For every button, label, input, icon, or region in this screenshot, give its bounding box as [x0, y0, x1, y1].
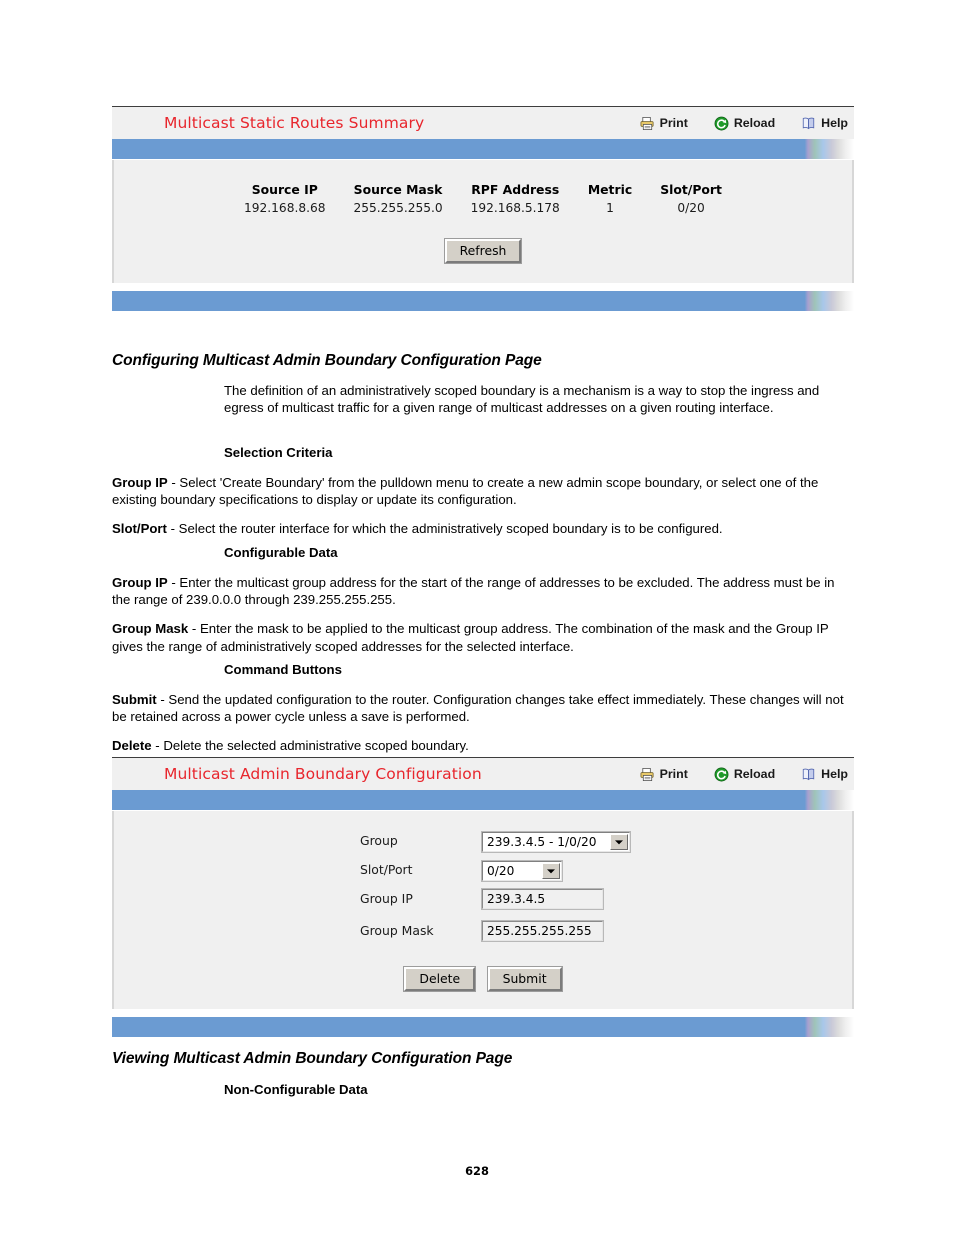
- panel-toolbar: Print Reload Help: [640, 107, 848, 139]
- desc-group-ip: - Select 'Create Boundary' from the pull…: [112, 475, 819, 508]
- print-label: Print: [659, 767, 688, 781]
- panel-divider-bottom: [112, 1017, 854, 1037]
- boundary-form: Group 239.3.4.5 - 1/0/20 Slot/Port 0/20: [360, 831, 852, 945]
- cell-source-ip: 192.168.8.68: [244, 201, 326, 215]
- label-group-ip: Group IP: [360, 891, 413, 906]
- term-cfg-group-mask: Group Mask: [112, 621, 189, 637]
- print-button[interactable]: Print: [640, 116, 688, 131]
- page-number: 628: [465, 1164, 489, 1178]
- desc-cfg-group-mask: - Enter the mask to be applied to the mu…: [112, 621, 829, 654]
- print-button[interactable]: Print: [640, 767, 688, 782]
- chevron-down-icon[interactable]: [542, 863, 560, 879]
- non-configurable-data-heading: Non-Configurable Data: [224, 1082, 368, 1097]
- configuring-intro-paragraph: The definition of an administratively sc…: [112, 382, 854, 416]
- help-book-icon: [801, 767, 816, 782]
- panel-header: Multicast Admin Boundary Configuration P…: [112, 758, 854, 790]
- printer-icon: [640, 767, 655, 782]
- refresh-button[interactable]: Refresh: [443, 238, 523, 264]
- term-cfg-group-ip: Group IP: [112, 575, 168, 590]
- intro-text: The definition of an administratively sc…: [224, 383, 820, 416]
- desc-slot-port: - Select the router interface for which …: [166, 521, 723, 537]
- configurable-data-block: Configurable Data Group IP - Enter the m…: [112, 545, 854, 655]
- delete-button[interactable]: Delete: [403, 966, 477, 992]
- command-buttons-block: Command Buttons Submit - Send the update…: [112, 662, 854, 755]
- command-item-submit: Submit - Send the updated configuration …: [112, 691, 854, 725]
- reload-icon: [714, 116, 729, 131]
- command-item-delete: Delete - Delete the selected administrat…: [112, 737, 854, 754]
- help-label: Help: [821, 116, 848, 130]
- table-row: 192.168.8.68 255.255.255.0 192.168.5.178…: [230, 201, 736, 215]
- reload-label: Reload: [733, 767, 776, 781]
- help-label: Help: [821, 767, 848, 781]
- desc-submit: - Send the updated configuration to the …: [112, 692, 844, 725]
- label-group-mask: Group Mask: [360, 923, 434, 938]
- term-slot-port: Slot/Port: [112, 521, 167, 537]
- slot-port-select[interactable]: 0/20: [481, 860, 563, 882]
- selection-criteria-heading: Selection Criteria: [224, 445, 333, 460]
- static-routes-table: Source IP Source Mask RPF Address Metric…: [230, 182, 736, 215]
- cell-source-mask: 255.255.255.0: [353, 201, 443, 215]
- section-heading-viewing: Viewing Multicast Admin Boundary Configu…: [112, 1050, 513, 1067]
- panel-divider-top: [112, 790, 854, 811]
- column-header-source-mask: Source Mask: [353, 182, 443, 197]
- cell-slot-port: 0/20: [677, 201, 705, 215]
- panel-divider-top: [112, 139, 854, 160]
- slot-port-select-value: 0/20: [487, 864, 515, 878]
- group-mask-field-cell: 255.255.255.255: [481, 920, 852, 945]
- term-group-ip: Group IP: [112, 475, 168, 490]
- multicast-static-routes-summary-panel: Multicast Static Routes Summary Print Re…: [112, 106, 854, 311]
- reload-button[interactable]: Reload: [714, 767, 775, 782]
- group-select[interactable]: 239.3.4.5 - 1/0/20: [481, 831, 631, 853]
- configurable-item-group-ip: Group IP - Enter the multicast group add…: [112, 574, 854, 608]
- panel-toolbar: Print Reload Help: [640, 758, 848, 790]
- selection-criteria-item-slot-port: Slot/Port - Select the router interface …: [112, 520, 854, 537]
- help-book-icon: [801, 116, 816, 131]
- configurable-data-heading: Configurable Data: [224, 545, 338, 560]
- slot-port-select-cell: 0/20: [481, 860, 852, 882]
- panel-header: Multicast Static Routes Summary Print Re…: [112, 107, 854, 139]
- panel-title: Multicast Admin Boundary Configuration: [164, 765, 482, 783]
- table-header-row: Source IP Source Mask RPF Address Metric…: [230, 182, 736, 201]
- printer-icon: [640, 116, 655, 131]
- group-select-cell: 239.3.4.5 - 1/0/20: [481, 831, 852, 853]
- selection-criteria-block: Selection Criteria Group IP - Select 'Cr…: [112, 445, 854, 538]
- submit-button[interactable]: Submit: [486, 966, 563, 992]
- group-ip-field-cell: 239.3.4.5: [481, 888, 852, 913]
- desc-cfg-group-ip: - Enter the multicast group address for …: [112, 575, 835, 608]
- label-slot-port: Slot/Port: [360, 862, 413, 877]
- multicast-admin-boundary-configuration-panel: Multicast Admin Boundary Configuration P…: [112, 757, 854, 1037]
- document-page: Multicast Static Routes Summary Print Re…: [0, 0, 954, 1235]
- column-header-slot-port: Slot/Port: [660, 182, 722, 197]
- help-button[interactable]: Help: [801, 767, 848, 782]
- group-mask-input[interactable]: 255.255.255.255: [481, 920, 604, 942]
- reload-icon: [714, 767, 729, 782]
- reload-button[interactable]: Reload: [714, 116, 775, 131]
- print-label: Print: [659, 116, 688, 130]
- chevron-down-icon[interactable]: [610, 834, 628, 850]
- section-heading-configuring: Configuring Multicast Admin Boundary Con…: [112, 352, 542, 369]
- term-delete: Delete: [112, 738, 152, 754]
- panel-title: Multicast Static Routes Summary: [164, 114, 425, 132]
- selection-criteria-item-group-ip: Group IP - Select 'Create Boundary' from…: [112, 474, 854, 508]
- cell-metric: 1: [606, 201, 614, 215]
- configuring-section: Configuring Multicast Admin Boundary Con…: [112, 352, 854, 370]
- reload-label: Reload: [733, 116, 776, 130]
- group-ip-input[interactable]: 239.3.4.5: [481, 888, 604, 910]
- viewing-section: Viewing Multicast Admin Boundary Configu…: [112, 1050, 854, 1097]
- configurable-item-group-mask: Group Mask - Enter the mask to be applie…: [112, 620, 854, 654]
- cell-rpf-address: 192.168.5.178: [470, 201, 560, 215]
- panel-divider-bottom: [112, 291, 854, 311]
- desc-delete: - Delete the selected administrative sco…: [151, 738, 469, 754]
- term-submit: Submit: [112, 692, 157, 707]
- column-header-rpf-address: RPF Address: [471, 182, 560, 197]
- group-select-value: 239.3.4.5 - 1/0/20: [487, 835, 597, 849]
- panel-content: Group 239.3.4.5 - 1/0/20 Slot/Port 0/20: [112, 811, 854, 1009]
- column-header-source-ip: Source IP: [251, 182, 318, 197]
- command-buttons-heading: Command Buttons: [224, 662, 342, 677]
- label-group: Group: [360, 833, 398, 848]
- column-header-metric: Metric: [587, 182, 633, 197]
- panel-content: Source IP Source Mask RPF Address Metric…: [112, 160, 854, 283]
- help-button[interactable]: Help: [801, 116, 848, 131]
